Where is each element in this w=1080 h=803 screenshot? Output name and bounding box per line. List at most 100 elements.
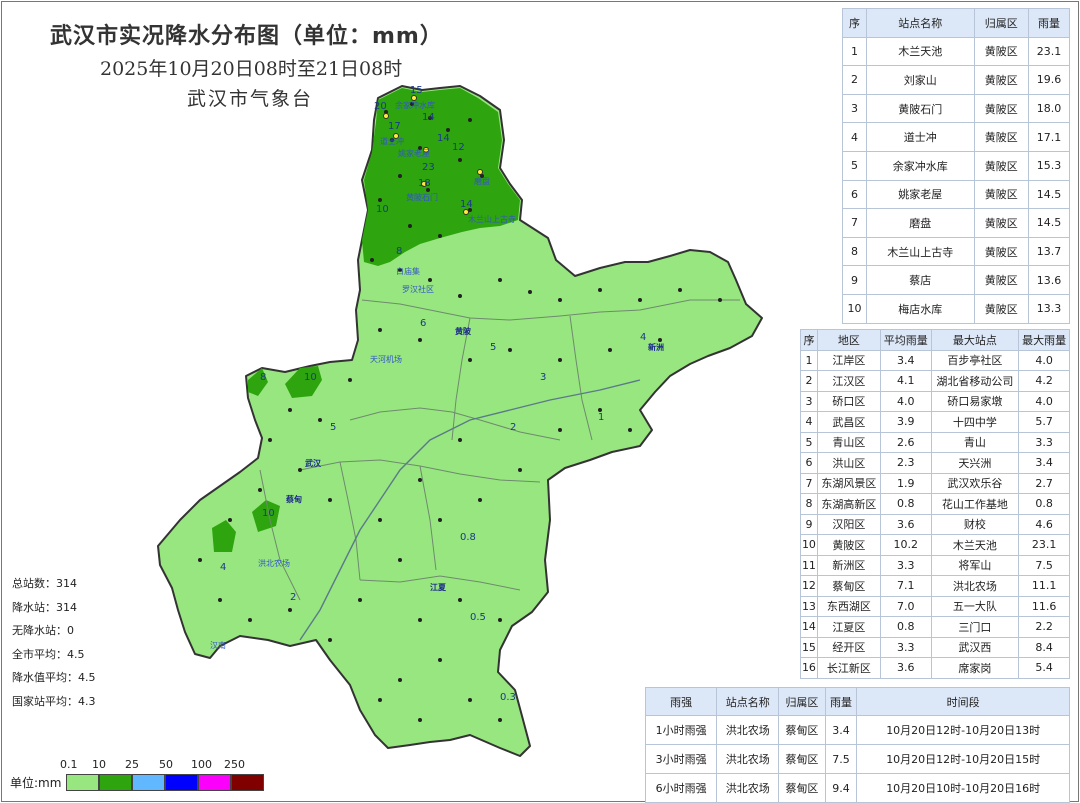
cell: 7.5: [824, 744, 858, 774]
station-label: 磨盘: [474, 176, 490, 186]
value-label: 8: [260, 372, 266, 383]
cell: 蔡店: [866, 265, 975, 295]
cell: 4.1: [879, 370, 932, 392]
table-row: 6 姚家老屋 黄陂区 14.5: [841, 179, 1070, 210]
cell: 新洲区: [816, 554, 881, 576]
value-label: 2: [290, 592, 296, 603]
cell: 洪山区: [816, 452, 881, 474]
table-row: 1 木兰天池 黄陂区 23.1: [841, 36, 1070, 67]
value-label: 14: [437, 133, 450, 144]
value-label: 20: [374, 101, 387, 112]
legend-swatch: [132, 774, 165, 791]
cell: 17.1: [1028, 122, 1070, 152]
stat-national-average: 国家站平均：4.3: [12, 694, 96, 708]
cell: 蔡甸区: [778, 744, 826, 774]
table-row: 9 汉阳区 3.6 财校 4.6: [800, 513, 1070, 535]
station-label: 天河机场: [370, 354, 402, 364]
cell: 6: [800, 452, 818, 474]
cell: 11: [800, 554, 818, 576]
value-label: 2: [510, 422, 516, 433]
station-label: 洪北农场: [258, 558, 290, 568]
cell: 8: [800, 493, 818, 515]
table-row: 8 木兰山上古寺 黄陂区 13.7: [841, 236, 1070, 267]
table-row: 5 青山区 2.6 青山 3.3: [800, 431, 1070, 453]
cell: 席家岗: [930, 657, 1020, 679]
cell: 硚口易家墩: [930, 390, 1020, 412]
cell: 4.6: [1018, 513, 1070, 535]
cell: 黄陂区: [973, 236, 1030, 267]
value-label: 17: [388, 121, 401, 132]
col-header: 最大站点: [930, 329, 1020, 351]
cell: 7: [800, 472, 818, 494]
cell: 10月20日10时-10月20日16时: [856, 773, 1070, 803]
col-header: 平均雨量: [879, 329, 932, 351]
cell: 木兰山上古寺: [866, 236, 975, 267]
value-label: 4: [640, 332, 646, 343]
table-row: 2 江汉区 4.1 湖北省移动公司 4.2: [800, 370, 1070, 392]
cell: 刘家山: [866, 65, 975, 95]
cell: 湖北省移动公司: [930, 370, 1020, 392]
cell: 1: [800, 349, 818, 371]
cell: 13.6: [1028, 265, 1070, 295]
value-label: 15: [410, 85, 423, 96]
cell: 5: [841, 150, 868, 181]
cell: 洪北农场: [716, 773, 780, 803]
cell: 7.5: [1018, 554, 1070, 576]
cell: 3.3: [879, 554, 932, 576]
cell: 1小时雨强: [644, 715, 718, 745]
cell: 4.0: [1018, 349, 1070, 371]
cell: 黄陂区: [816, 534, 881, 556]
legend-swatch: [231, 774, 264, 791]
cell: 3.3: [879, 636, 932, 658]
station-label: 姚家老屋: [398, 148, 430, 158]
cell: 6: [841, 179, 868, 210]
cell: 青山区: [816, 431, 881, 453]
table-row: 1小时雨强 洪北农场 蔡甸区 3.4 10月20日12时-10月20日13时: [644, 715, 1070, 745]
table-row: 6小时雨强 洪北农场 蔡甸区 9.4 10月20日10时-10月20日16时: [644, 773, 1070, 803]
legend-swatch: [198, 774, 231, 791]
cell: 10: [800, 534, 818, 556]
table-row: 4 武昌区 3.9 十四中学 5.7: [800, 411, 1070, 433]
cell: 江岸区: [816, 349, 881, 371]
cell: 12: [800, 575, 818, 597]
cell: 天兴洲: [930, 452, 1020, 474]
table-row: 6 洪山区 2.3 天兴洲 3.4: [800, 452, 1070, 474]
cell: 黄陂石门: [866, 93, 975, 124]
value-label: 5: [490, 342, 496, 353]
cell: 11.6: [1018, 595, 1070, 617]
value-label: 10: [304, 372, 317, 383]
cell: 黄陂区: [973, 179, 1030, 210]
cell: 10月20日12时-10月20日15时: [856, 744, 1070, 774]
cell: 硚口区: [816, 390, 881, 412]
table-row: 7 磨盘 黄陂区 14.5: [841, 208, 1070, 238]
cell: 4: [841, 122, 868, 152]
cell: 10.2: [879, 534, 932, 556]
district-label: 江夏: [430, 582, 447, 592]
value-label: 6: [420, 318, 426, 329]
legend-tick: 10: [92, 758, 106, 771]
cell: 7: [841, 208, 868, 238]
district-label: 蔡甸: [285, 494, 302, 504]
table-row: 3小时雨强 洪北农场 蔡甸区 7.5 10月20日12时-10月20日15时: [644, 744, 1070, 774]
cell: 13.7: [1028, 236, 1070, 267]
cell: 洪北农场: [716, 715, 780, 745]
cell: 10月20日12时-10月20日13时: [856, 715, 1070, 745]
legend-tick: 25: [125, 758, 139, 771]
legend-tick: 50: [159, 758, 173, 771]
value-label: 23: [422, 162, 435, 173]
cell: 3.3: [1018, 431, 1070, 453]
table-row: 12 蔡甸区 7.1 洪北农场 11.1: [800, 575, 1070, 597]
station-stats: 总站数：314 降水站：314 无降水站：0 全市平均：4.5 降水值平均：4.…: [12, 572, 96, 713]
cell: 经开区: [816, 636, 881, 658]
cell: 磨盘: [866, 208, 975, 238]
table-row: 3 硚口区 4.0 硚口易家墩 4.0: [800, 390, 1070, 412]
table-row: 16 长江新区 3.6 席家岗 5.4: [800, 657, 1070, 679]
table-row: 14 江夏区 0.8 三门口 2.2: [800, 616, 1070, 638]
col-header: 雨量: [1028, 8, 1070, 38]
cell: 13: [800, 595, 818, 617]
value-label: 0.8: [460, 532, 476, 543]
cell: 5: [800, 431, 818, 453]
cell: 3小时雨强: [644, 744, 718, 774]
table-row: 15 经开区 3.3 武汉西 8.4: [800, 636, 1070, 658]
table-header-row: 序 站点名称 归属区 雨量: [841, 8, 1070, 38]
